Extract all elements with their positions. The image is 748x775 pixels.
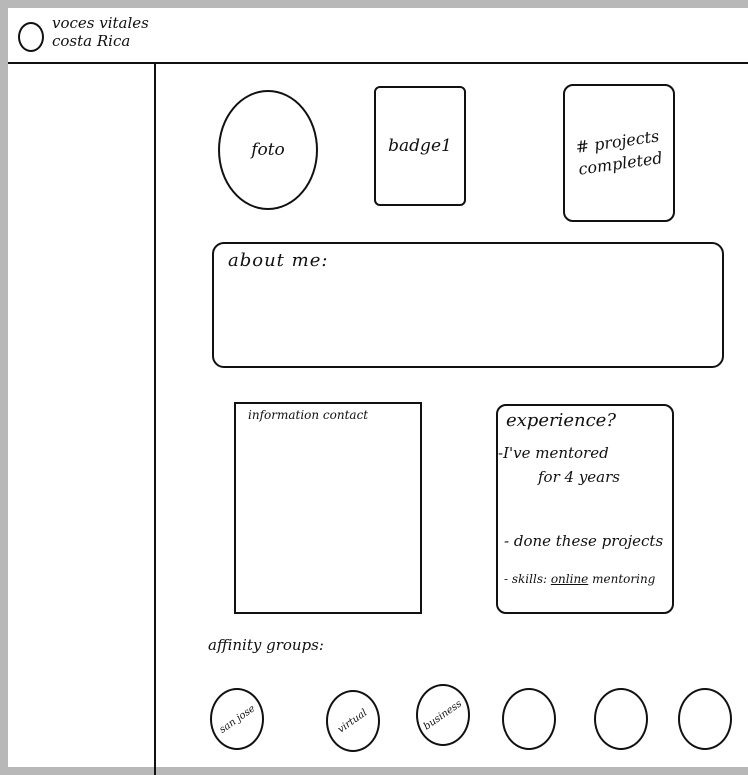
projects-completed-card[interactable]: # projects completed: [563, 84, 675, 222]
badge-card[interactable]: badge1: [374, 86, 466, 206]
experience-line-3: - done these projects: [504, 532, 664, 550]
affinity-groups: san jose virtual business: [208, 684, 748, 760]
logo-icon: [18, 22, 44, 52]
about-me-box[interactable]: about me:: [212, 242, 724, 368]
affinity-group-label: san jose: [217, 702, 257, 736]
affinity-group-label: business: [421, 697, 465, 733]
main-content: foto badge1 # projects completed about m…: [156, 64, 748, 775]
affinity-group-virtual[interactable]: virtual: [326, 690, 380, 752]
contact-info-label: information contact: [248, 408, 369, 422]
badge-label: badge1: [388, 136, 452, 156]
projects-label: # projects completed: [574, 126, 664, 179]
affinity-group-business[interactable]: business: [416, 684, 470, 746]
affinity-group-san-jose[interactable]: san jose: [210, 688, 264, 750]
affinity-group-empty-1[interactable]: [502, 688, 556, 750]
skills-suffix: mentoring: [588, 572, 656, 586]
brand-text: voces vitales costa Rica: [52, 14, 149, 50]
affinity-group-empty-3[interactable]: [678, 688, 732, 750]
experience-skills: - skills: online mentoring: [504, 572, 655, 586]
experience-line-1: -I've mentored: [498, 444, 609, 462]
sidebar: [8, 64, 156, 775]
profile-photo[interactable]: foto: [218, 90, 318, 210]
brand[interactable]: voces vitales costa Rica: [18, 14, 158, 58]
top-bar: voces vitales costa Rica: [8, 8, 748, 64]
skills-underlined: online: [550, 572, 589, 586]
experience-box[interactable]: experience? -I've mentored for 4 years -…: [496, 404, 674, 614]
affinity-group-empty-2[interactable]: [594, 688, 648, 750]
contact-info-box[interactable]: information contact: [234, 402, 422, 614]
page: voces vitales costa Rica foto badge1 # p…: [0, 0, 748, 775]
photo-label: foto: [251, 140, 285, 160]
affinity-group-label: virtual: [336, 706, 370, 736]
skills-prefix: - skills:: [504, 572, 551, 586]
about-me-label: about me:: [228, 250, 329, 271]
experience-line-2: for 4 years: [538, 468, 620, 486]
experience-title: experience?: [506, 410, 616, 431]
affinity-groups-label: affinity groups:: [208, 636, 324, 654]
